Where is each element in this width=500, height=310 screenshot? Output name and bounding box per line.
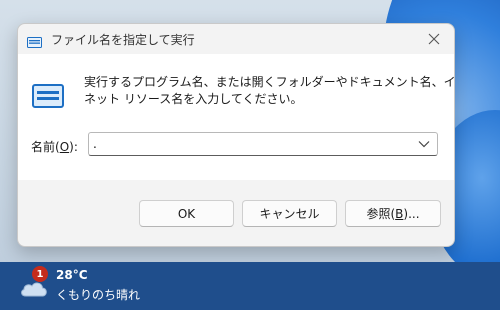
dialog-description: 実行するプログラム名、または開くフォルダーやドキュメント名、インター ネット リ… [84,74,455,108]
cancel-button[interactable]: キャンセル [242,200,337,227]
dialog-title: ファイル名を指定して実行 [51,33,195,47]
close-icon [428,33,440,45]
description-line-1: 実行するプログラム名、または開くフォルダーやドキュメント名、インター [84,75,455,89]
name-label-accelerator: O [59,140,70,154]
weather-condition[interactable]: くもりのち晴れ [56,286,140,303]
run-dialog: ファイル名を指定して実行 実行するプログラム名、または開くフォルダーやドキュメン… [17,23,455,247]
name-input[interactable] [89,133,413,155]
browse-label-prefix: 参照( [366,207,396,221]
chevron-down-icon [418,141,430,148]
dialog-content [18,54,454,180]
name-label-prefix: 名前( [31,140,60,154]
browse-label-suffix: )... [403,206,420,221]
notification-badge: 1 [32,266,48,282]
browse-button[interactable]: 参照(B)... [345,200,441,227]
browse-label-accelerator: B [395,206,404,221]
dialog-titlebar[interactable]: ファイル名を指定して実行 [18,24,454,54]
name-field-label: 名前(O): [31,138,78,155]
run-icon [27,33,42,48]
taskbar: 1 28°C くもりのち晴れ [0,262,500,310]
run-icon [32,84,64,108]
description-line-2: ネット リソース名を入力してください。 [84,92,303,106]
ok-button[interactable]: OK [139,200,234,227]
name-combobox[interactable] [88,132,438,156]
dropdown-button[interactable] [413,134,435,154]
close-button[interactable] [420,28,448,50]
name-label-suffix: ): [69,140,78,154]
weather-temperature[interactable]: 28°C [56,268,88,282]
